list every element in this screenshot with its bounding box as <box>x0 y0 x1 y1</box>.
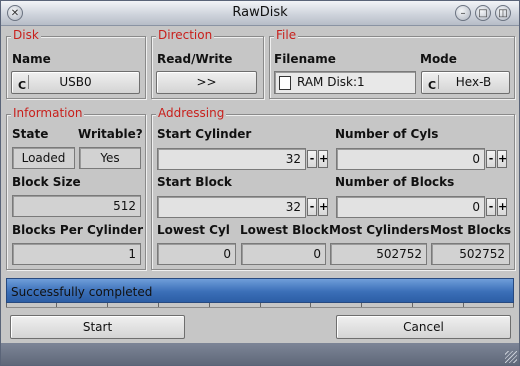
disk-name-cycle[interactable]: C USB0 <box>11 71 140 94</box>
direction-group: Direction Read/Write >> <box>151 28 264 99</box>
lowest-block-label: Lowest Block <box>240 223 329 237</box>
start-cylinder-decrement[interactable]: - <box>307 150 317 168</box>
addressing-group: Addressing Start Cylinder Number of Cyls… <box>151 106 515 270</box>
disk-group: Disk Name C USB0 <box>6 28 146 99</box>
number-of-blocks-input[interactable]: 0 <box>336 196 485 218</box>
direction-button[interactable]: >> <box>156 71 257 94</box>
number-of-cyls-increment[interactable]: + <box>497 150 507 168</box>
most-blocks-value: 502752 <box>431 243 510 265</box>
number-of-cyls-input[interactable]: 0 <box>336 148 485 170</box>
start-block-decrement[interactable]: - <box>307 198 317 216</box>
file-icon <box>279 76 291 90</box>
minimize-icon[interactable]: – <box>455 5 471 21</box>
direction-group-label: Direction <box>156 28 215 42</box>
progress-tick <box>361 303 362 307</box>
lowest-cyl-value: 0 <box>157 243 236 265</box>
title-bar[interactable]: ✕ RawDisk – □ ◫ <box>1 1 519 26</box>
block-size-value: 512 <box>12 195 141 217</box>
progress-tick <box>6 303 7 307</box>
progress-tick <box>158 303 159 307</box>
progress-tick <box>107 303 108 307</box>
start-block-increment[interactable]: + <box>318 198 328 216</box>
progress-ticks <box>6 303 514 308</box>
most-cylinders-value: 502752 <box>330 243 427 265</box>
start-cylinder-increment[interactable]: + <box>318 150 328 168</box>
block-size-label: Block Size <box>12 175 81 189</box>
mode-value: Hex-B <box>455 75 492 89</box>
lowest-cyl-label: Lowest Cyl <box>157 223 230 237</box>
writable-label: Writable? <box>78 127 143 141</box>
filename-value: RAM Disk:1 <box>297 75 365 89</box>
number-of-cyls-label: Number of Cyls <box>335 127 439 141</box>
cycle-gadget-icon: C <box>428 75 439 92</box>
blocks-per-cylinder-value: 1 <box>12 243 141 265</box>
filename-label: Filename <box>274 52 336 66</box>
progress-tick <box>412 303 413 307</box>
disk-group-label: Disk <box>11 28 41 42</box>
file-group-label: File <box>274 28 299 42</box>
progress-tick <box>56 303 57 307</box>
information-group-label: Information <box>11 106 85 120</box>
depth-icon[interactable]: ◫ <box>495 5 511 21</box>
window-content: Disk Name C USB0 Direction Read/Write >>… <box>1 26 519 365</box>
start-button[interactable]: Start <box>10 315 185 339</box>
resize-handle[interactable] <box>505 351 517 363</box>
start-block-input[interactable]: 32 <box>157 196 306 218</box>
writable-value: Yes <box>79 147 141 169</box>
window-bottom-border <box>1 343 519 365</box>
name-label: Name <box>12 52 51 66</box>
cycle-gadget-icon: C <box>18 75 29 92</box>
rawdisk-window: ✕ RawDisk – □ ◫ Disk Name C USB0 Directi… <box>0 0 520 366</box>
progress-tick <box>513 303 514 307</box>
number-of-cyls-decrement[interactable]: - <box>486 150 496 168</box>
start-cylinder-label: Start Cylinder <box>157 127 252 141</box>
progress-tick <box>260 303 261 307</box>
cancel-button[interactable]: Cancel <box>336 315 511 339</box>
status-bar: Successfully completed <box>6 278 514 303</box>
disk-name-value: USB0 <box>59 75 92 89</box>
addressing-group-label: Addressing <box>156 106 227 120</box>
progress-tick <box>310 303 311 307</box>
most-cylinders-label: Most Cylinders <box>329 223 430 237</box>
state-value: Loaded <box>12 147 75 169</box>
mode-cycle[interactable]: C Hex-B <box>421 71 510 94</box>
start-cylinder-input[interactable]: 32 <box>157 148 306 170</box>
most-blocks-label: Most Blocks <box>430 223 511 237</box>
progress-tick <box>209 303 210 307</box>
window-title: RawDisk <box>232 5 288 20</box>
state-label: State <box>12 127 49 141</box>
progress-tick <box>463 303 464 307</box>
start-block-label: Start Block <box>157 175 232 189</box>
filename-input[interactable]: RAM Disk:1 <box>274 71 416 94</box>
number-of-blocks-label: Number of Blocks <box>335 175 455 189</box>
zoom-icon[interactable]: □ <box>475 5 491 21</box>
blocks-per-cylinder-label: Blocks Per Cylinder <box>12 223 143 237</box>
information-group: Information State Writable? Loaded Yes B… <box>6 106 146 270</box>
read-write-label: Read/Write <box>157 52 233 66</box>
file-group: File Filename Mode RAM Disk:1 C Hex-B <box>269 28 515 99</box>
lowest-block-value: 0 <box>241 243 326 265</box>
mode-label: Mode <box>420 52 457 66</box>
number-of-blocks-decrement[interactable]: - <box>486 198 496 216</box>
number-of-blocks-increment[interactable]: + <box>497 198 507 216</box>
status-text: Successfully completed <box>11 285 153 299</box>
